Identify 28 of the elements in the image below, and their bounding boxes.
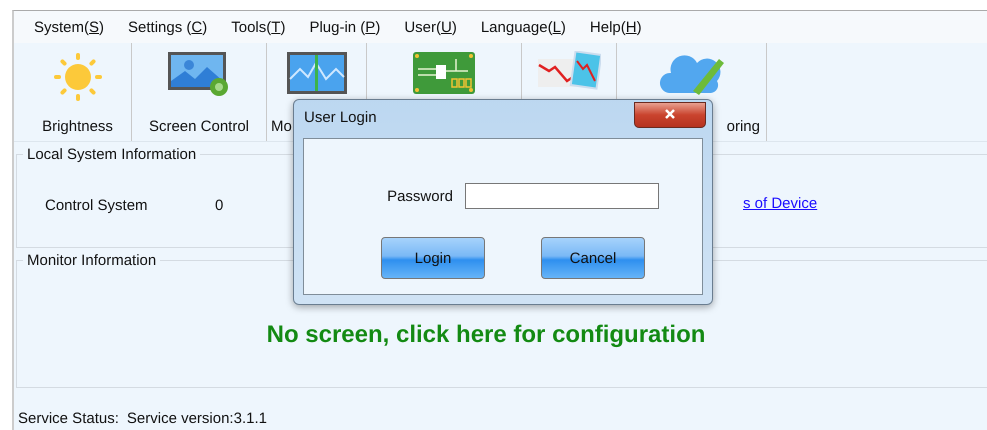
- cancel-button[interactable]: Cancel: [541, 237, 645, 279]
- password-field[interactable]: [464, 183, 659, 209]
- menu-item[interactable]: Plug-in (P): [297, 18, 392, 36]
- menu-item[interactable]: System(S): [22, 18, 116, 36]
- sun-icon: [52, 51, 104, 103]
- close-icon: [664, 109, 676, 119]
- menu-item[interactable]: Tools(T): [219, 18, 298, 36]
- status-label: Service Status:: [18, 410, 119, 427]
- menu-item[interactable]: Help(H): [578, 18, 654, 36]
- line-chart-icon: [537, 51, 601, 91]
- device-link[interactable]: s of Device: [743, 195, 818, 212]
- menu-item[interactable]: Settings (C): [116, 18, 220, 36]
- field-label: Control System: [45, 196, 149, 214]
- toolbar-button[interactable]: Brightness: [24, 43, 132, 141]
- menu-item[interactable]: User(U): [392, 18, 469, 36]
- monitor-wave-icon: [286, 51, 348, 95]
- circuit-board-icon: [412, 51, 476, 95]
- picture-gear-icon: [167, 51, 231, 97]
- toolbar-button[interactable]: Screen Control: [132, 43, 267, 141]
- service-version: Service version:3.1.1: [126, 410, 267, 427]
- configuration-link[interactable]: No screen, click here for configuration: [266, 321, 706, 349]
- section-title: Local System Information: [26, 146, 198, 163]
- field-value: 0: [215, 196, 224, 214]
- login-button[interactable]: Login: [381, 237, 485, 279]
- password-label: Password: [387, 188, 453, 204]
- menu-item[interactable]: Language(L): [468, 18, 578, 36]
- section-title: Monitor Information: [26, 252, 158, 269]
- close-button[interactable]: [634, 102, 706, 128]
